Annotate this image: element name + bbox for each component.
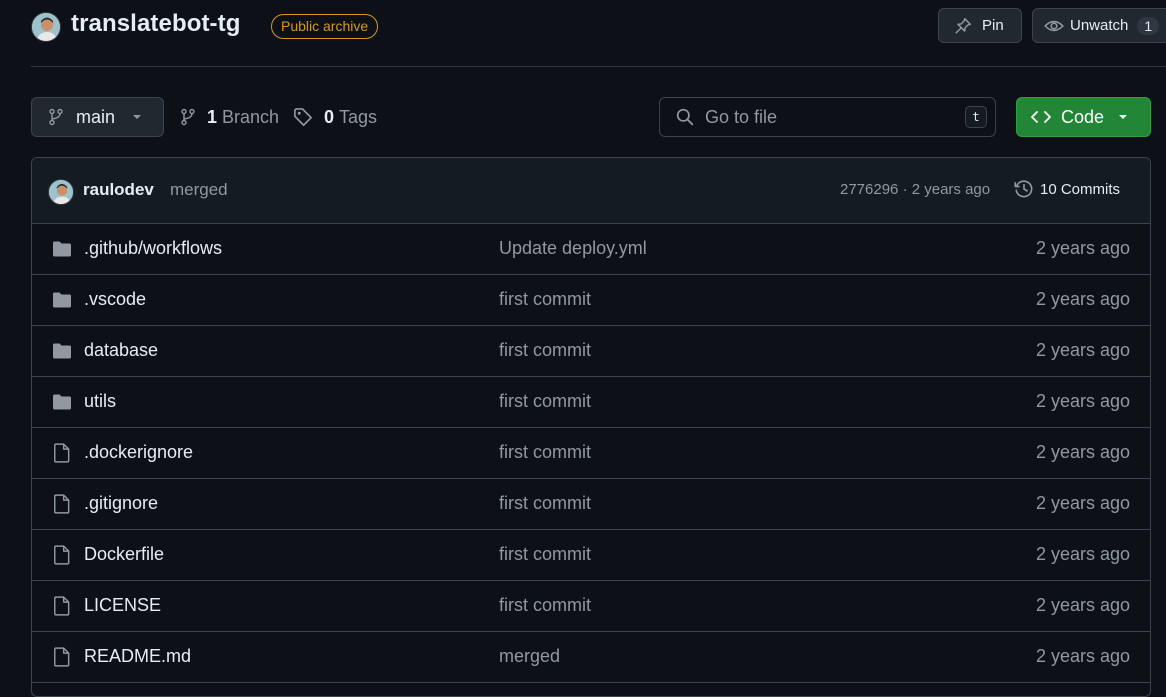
latest-commit-bar: raulodev merged 2776296 · 2 years ago 10… xyxy=(32,158,1150,224)
go-to-file-input[interactable]: Go to file t xyxy=(659,97,996,137)
branch-count: 1 xyxy=(207,106,218,127)
branch-name: main xyxy=(76,106,116,127)
commit-author[interactable]: raulodev xyxy=(83,180,154,200)
code-icon xyxy=(1031,110,1051,124)
file-commit-message[interactable]: first commit xyxy=(499,442,591,463)
file-commit-age: 2 years ago xyxy=(1035,238,1130,258)
file-name-link[interactable]: .dockerignore xyxy=(84,442,193,463)
file-commit-age: 2 years ago xyxy=(1035,391,1130,411)
owner-avatar[interactable] xyxy=(31,12,61,42)
file-commit-age: 2 years ago xyxy=(1035,544,1130,564)
go-to-file-placeholder: Go to file xyxy=(705,106,778,127)
tags-link[interactable]: 0 Tags xyxy=(293,104,377,130)
unwatch-label: Unwatch xyxy=(1070,17,1129,34)
file-icon xyxy=(52,494,72,514)
file-commit-age: 2 years ago xyxy=(1035,595,1130,615)
file-commit-message[interactable]: merged xyxy=(499,646,560,667)
file-commit-age: 2 years ago xyxy=(1035,289,1130,309)
file-commit-age: 2 years ago xyxy=(1035,442,1130,462)
keyboard-shortcut-hint: t xyxy=(965,106,987,128)
repo-name[interactable]: translatebot-tg xyxy=(71,10,241,38)
folder-icon xyxy=(52,342,72,360)
search-icon xyxy=(676,108,694,126)
file-commit-age: 2 years ago xyxy=(1035,646,1130,666)
folder-icon xyxy=(52,393,72,411)
file-commit-message[interactable]: first commit xyxy=(499,595,591,616)
file-name-link[interactable]: .vscode xyxy=(84,289,146,310)
file-icon xyxy=(52,647,72,667)
git-branch-icon xyxy=(48,108,64,126)
file-name-link[interactable]: database xyxy=(84,340,158,361)
author-avatar[interactable] xyxy=(48,179,74,205)
folder-icon xyxy=(52,240,72,258)
file-name-link[interactable]: .github/workflows xyxy=(84,238,222,259)
commits-count: 10 Commits xyxy=(1040,180,1121,198)
folder-icon xyxy=(52,291,72,309)
file-commit-message[interactable]: first commit xyxy=(499,391,591,412)
file-name-link[interactable]: README.md xyxy=(84,646,191,667)
commits-history-link[interactable]: 10 Commits xyxy=(1014,179,1120,199)
file-icon xyxy=(52,443,72,463)
file-commit-message[interactable]: first commit xyxy=(499,289,591,310)
code-label: Code xyxy=(1061,106,1105,127)
file-icon xyxy=(52,596,72,616)
file-row[interactable]: utils first commit 2 years ago xyxy=(32,377,1150,428)
file-row[interactable]: .dockerignore first commit 2 years ago xyxy=(32,428,1150,479)
file-commit-message[interactable]: first commit xyxy=(499,544,591,565)
commit-message[interactable]: merged xyxy=(170,180,228,200)
watch-count: 1 xyxy=(1137,16,1160,35)
file-table: raulodev merged 2776296 · 2 years ago 10… xyxy=(31,157,1151,697)
unwatch-button[interactable]: Unwatch 1 xyxy=(1032,8,1166,43)
tag-label: Tags xyxy=(339,106,378,127)
file-name-link[interactable]: .gitignore xyxy=(84,493,158,514)
file-row[interactable]: LICENSE first commit 2 years ago xyxy=(32,581,1150,632)
code-button[interactable]: Code xyxy=(1016,97,1151,137)
tag-count: 0 xyxy=(324,106,335,127)
git-branch-icon xyxy=(180,108,196,126)
commit-hash-and-time[interactable]: 2776296 · 2 years ago xyxy=(840,181,990,198)
file-commit-message[interactable]: Update deploy.yml xyxy=(499,238,647,259)
file-row[interactable]: .vscode first commit 2 years ago xyxy=(32,275,1150,326)
file-commit-message[interactable]: first commit xyxy=(499,340,591,361)
eye-icon xyxy=(1044,17,1064,35)
branch-label: Branch xyxy=(222,106,280,127)
branches-link[interactable]: 1 Branch xyxy=(180,104,279,130)
file-commit-age: 2 years ago xyxy=(1035,340,1130,360)
file-name-link[interactable]: utils xyxy=(84,391,116,412)
chevron-down-icon xyxy=(132,114,142,120)
file-name-link[interactable]: Dockerfile xyxy=(84,544,164,565)
file-row[interactable]: database first commit 2 years ago xyxy=(32,326,1150,377)
tag-icon xyxy=(293,107,313,127)
file-icon xyxy=(52,545,72,565)
file-row[interactable]: Dockerfile first commit 2 years ago xyxy=(32,530,1150,581)
file-commit-message[interactable]: first commit xyxy=(499,493,591,514)
header-divider xyxy=(31,66,1166,67)
file-row[interactable]: .github/workflows Update deploy.yml 2 year… xyxy=(32,224,1150,275)
pin-icon xyxy=(954,17,972,35)
branch-selector[interactable]: main xyxy=(31,97,164,137)
pin-button[interactable]: Pin xyxy=(938,8,1022,43)
repo-header: translatebot-tg Public archive Pin Unwat… xyxy=(0,0,1166,52)
file-commit-age: 2 years ago xyxy=(1035,493,1130,513)
file-row[interactable]: README.md merged 2 years ago xyxy=(32,632,1150,683)
archive-badge: Public archive xyxy=(271,14,379,39)
pin-label: Pin xyxy=(982,17,1004,34)
file-row[interactable]: .gitignore first commit 2 years ago xyxy=(32,479,1150,530)
history-icon xyxy=(1014,179,1034,199)
chevron-down-icon xyxy=(1118,114,1128,120)
file-name-link[interactable]: LICENSE xyxy=(84,595,161,616)
